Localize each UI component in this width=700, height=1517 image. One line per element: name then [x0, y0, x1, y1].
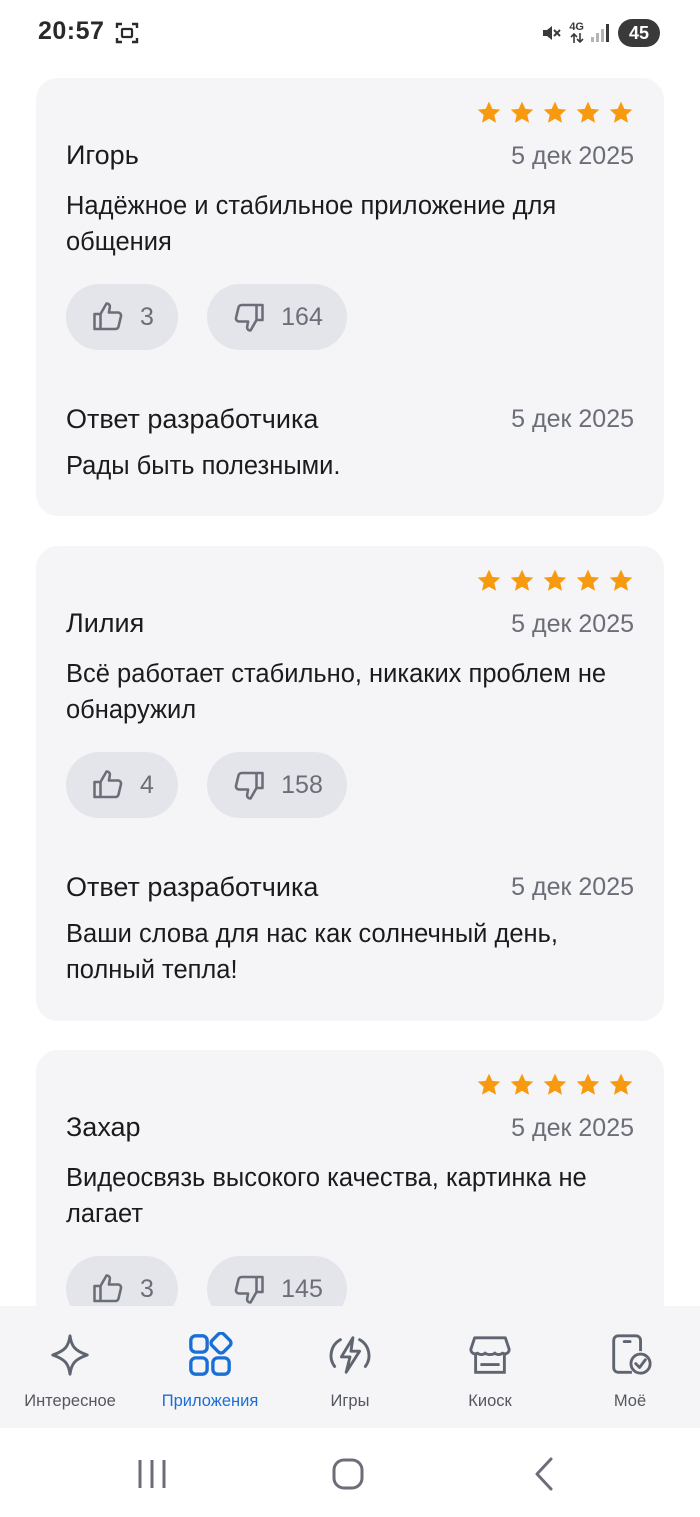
review-card: Игорь 5 дек 2025 Надёжное и стабильное п…: [36, 78, 664, 516]
developer-reply-text: Ваши слова для нас как солнечный день, п…: [66, 920, 558, 984]
system-navigation-bar: [0, 1428, 700, 1517]
status-time: 20:57: [38, 17, 105, 45]
star-icon: [609, 1073, 633, 1095]
nav-item-interesting[interactable]: Интересное: [0, 1306, 140, 1428]
star-icon: [477, 101, 501, 123]
thumbs-up-icon: [93, 302, 123, 331]
dislike-button[interactable]: 158: [207, 752, 347, 818]
like-button[interactable]: 4: [66, 752, 178, 818]
developer-reply-date: 5 дек 2025: [511, 405, 634, 433]
developer-reply-title: Ответ разработчика: [66, 404, 319, 434]
review-card: Захар 5 дек 2025 Видеосвязь высокого кач…: [36, 1050, 664, 1306]
star-icon: [543, 569, 567, 591]
nav-label: Моё: [613, 1392, 647, 1410]
review-text: Надёжное и стабильное приложение для общ…: [66, 192, 557, 256]
like-count: 3: [140, 1274, 154, 1303]
review-author: Лилия: [66, 608, 145, 638]
network-type: 4G: [569, 21, 584, 33]
star-icon: [576, 569, 600, 591]
developer-reply-text: Рады быть полезными.: [66, 452, 341, 480]
review-date: 5 дек 2025: [511, 142, 634, 170]
dislike-count: 145: [281, 1274, 323, 1303]
like-count: 4: [140, 770, 154, 799]
star-icon: [510, 569, 534, 591]
star-icon: [576, 1073, 600, 1095]
dislike-count: 158: [281, 770, 323, 799]
apps-grid-icon: [189, 1332, 233, 1376]
star-icon: [510, 1073, 534, 1095]
review-author: Игорь: [66, 140, 139, 170]
nav-label: Приложения: [161, 1392, 259, 1410]
rating-stars: [476, 100, 634, 126]
review-author: Захар: [66, 1112, 141, 1142]
like-button[interactable]: 3: [66, 284, 178, 350]
star-icon: [477, 1073, 501, 1095]
mute-icon: [543, 26, 562, 40]
nav-item-apps[interactable]: Приложения: [140, 1306, 280, 1428]
status-icons: 4G 45: [539, 18, 660, 48]
nav-label: Интересное: [24, 1392, 116, 1410]
dislike-count: 164: [281, 302, 323, 331]
star-icon: [543, 101, 567, 123]
battery-indicator: 45: [618, 19, 660, 47]
rating-stars: [476, 568, 634, 594]
thumbs-down-icon: [234, 303, 264, 332]
nav-label: Киоск: [468, 1392, 512, 1410]
review-date: 5 дек 2025: [511, 1114, 634, 1142]
star-icon: [477, 569, 501, 591]
thumbs-up-icon: [93, 770, 123, 799]
review-card: Лилия 5 дек 2025 Всё работает стабильно,…: [36, 546, 664, 1021]
like-count: 3: [140, 302, 154, 331]
review-text: Видеосвязь высокого качества, картинка н…: [66, 1164, 587, 1228]
reviews-list[interactable]: Игорь 5 дек 2025 Надёжное и стабильное п…: [0, 64, 700, 1306]
data-arrows-icon: [570, 32, 584, 44]
back-icon[interactable]: [525, 1454, 565, 1494]
star-icon: [609, 569, 633, 591]
my-apps-icon: [612, 1334, 652, 1375]
thumbs-down-icon: [234, 1275, 264, 1304]
nav-item-kiosk[interactable]: Киоск: [420, 1306, 560, 1428]
nav-label: Игры: [330, 1392, 370, 1410]
developer-reply-date: 5 дек 2025: [511, 873, 634, 901]
star-icon: [576, 101, 600, 123]
rating-stars: [476, 1072, 634, 1098]
star-icon: [543, 1073, 567, 1095]
review-date: 5 дек 2025: [511, 610, 634, 638]
screenshot-icon: [115, 22, 139, 44]
kiosk-icon: [469, 1336, 511, 1374]
developer-reply-title: Ответ разработчика: [66, 872, 319, 902]
network-indicator: 4G: [569, 22, 584, 44]
sparkle-icon: [51, 1334, 89, 1376]
bottom-navigation: Интересное Приложения Игры Киоск Моё: [0, 1306, 700, 1428]
review-text: Всё работает стабильно, никаких проблем …: [66, 660, 607, 724]
like-button[interactable]: 3: [66, 1256, 178, 1306]
home-icon[interactable]: [328, 1454, 368, 1494]
thumbs-up-icon: [93, 1274, 123, 1303]
lightning-icon: [329, 1336, 371, 1374]
recents-icon[interactable]: [132, 1454, 172, 1494]
signal-icon: [591, 24, 609, 42]
star-icon: [609, 101, 633, 123]
nav-item-mine[interactable]: Моё: [560, 1306, 700, 1428]
thumbs-down-icon: [234, 771, 264, 800]
nav-item-games[interactable]: Игры: [280, 1306, 420, 1428]
status-bar: 20:57 4G 45: [0, 0, 700, 64]
dislike-button[interactable]: 164: [207, 284, 347, 350]
star-icon: [510, 101, 534, 123]
dislike-button[interactable]: 145: [207, 1256, 347, 1306]
